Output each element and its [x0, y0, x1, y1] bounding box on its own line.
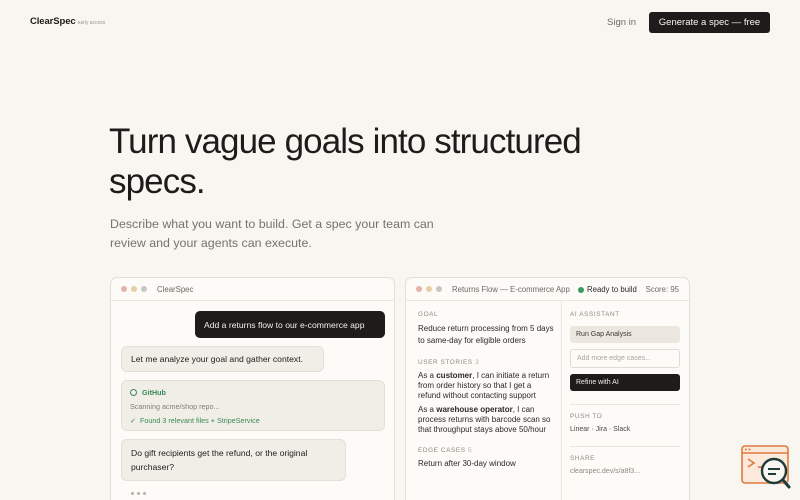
edge-cases-heading: EDGE CASES 5 — [418, 447, 554, 454]
user-story: As a warehouse operator, I can process r… — [418, 405, 554, 435]
spec-panel: Returns Flow — E-commerce App Ready to b… — [405, 277, 690, 500]
chat-panel-title: ClearSpec — [157, 284, 194, 294]
tool-status: Scanning acme/shop repo... — [130, 402, 220, 411]
story-role: customer — [436, 371, 473, 380]
brand-name: ClearSpec — [30, 16, 76, 27]
hero-subtitle: Describe what you want to build. Get a s… — [110, 217, 434, 250]
hero-title: Turn vague goals into structured specs. — [109, 122, 582, 201]
spec-panel-title: Returns Flow — E-commerce App — [452, 284, 570, 294]
divider — [570, 446, 680, 447]
chat-widget-icon[interactable] — [740, 445, 792, 490]
spec-score: Score: 95 — [645, 285, 679, 294]
story-prefix: As a — [418, 371, 437, 380]
sign-in-link[interactable]: Sign in — [607, 17, 636, 28]
ai-question: Do gift recipients get the refund, or th… — [121, 439, 346, 481]
run-gap-analysis-button[interactable]: Run Gap Analysis — [570, 326, 680, 343]
brand-tag: early access — [77, 20, 106, 26]
window-dot — [141, 286, 147, 292]
spec-content: GOAL Reduce return processing from 5 day… — [418, 311, 554, 470]
tool-result: Found 3 relevant files + StripeService — [140, 416, 260, 425]
window-dot — [121, 286, 127, 292]
goal-label: GOAL — [418, 311, 439, 318]
typing-indicator — [131, 492, 146, 495]
edge-cases-input[interactable]: Add more edge cases... — [570, 349, 680, 368]
spec-panel-header: Returns Flow — E-commerce App Ready to b… — [406, 278, 689, 301]
divider — [570, 404, 680, 405]
assistant-sidebar: AI ASSISTANT Run Gap Analysis Add more e… — [570, 311, 680, 475]
status-dot-icon — [578, 286, 584, 293]
share-label: SHARE — [570, 455, 596, 462]
story-prefix: As a — [418, 405, 437, 414]
ai-message: Let me analyze your goal and gather cont… — [121, 346, 324, 372]
status-badge: Ready to build — [578, 285, 637, 294]
window-dot — [436, 286, 442, 292]
brand-logo[interactable]: ClearSpec early access — [30, 16, 105, 27]
ai-assistant-label: AI ASSISTANT — [570, 311, 620, 318]
push-targets[interactable]: Linear · Jira · Slack — [570, 426, 680, 433]
status-text: Ready to build — [587, 285, 637, 294]
tool-name: GitHub — [142, 388, 166, 397]
chat-panel-header: ClearSpec — [111, 278, 394, 301]
goal-text: Reduce return processing from 5 days to … — [418, 324, 554, 345]
share-url[interactable]: clearspec.dev/s/a8f3... — [570, 468, 680, 475]
github-icon — [130, 389, 137, 396]
generate-spec-button[interactable]: Generate a spec — free — [649, 12, 770, 33]
stories-label: USER STORIES — [418, 359, 473, 366]
window-dots — [121, 286, 147, 292]
stories-count: 3 — [475, 359, 480, 366]
user-message: Add a returns flow to our e-commerce app — [195, 311, 385, 338]
check-icon: ✓ — [130, 416, 137, 425]
tool-call-card: GitHub Scanning acme/shop repo... ✓ Foun… — [121, 380, 385, 431]
push-to-label: PUSH TO — [570, 413, 603, 420]
window-dot — [426, 286, 432, 292]
window-dot — [416, 286, 422, 292]
window-dot — [131, 286, 137, 292]
top-nav: ClearSpec early access Sign in Generate … — [0, 0, 800, 44]
edge-cases-count: 5 — [467, 447, 473, 454]
window-dots — [416, 286, 442, 292]
refine-with-ai-button[interactable]: Refine with AI — [570, 374, 680, 391]
chat-panel: ClearSpec Add a returns flow to our e-co… — [110, 277, 395, 500]
panel-divider — [561, 301, 562, 500]
story-role: warehouse operator — [436, 405, 513, 414]
stories-heading: USER STORIES 3 — [418, 359, 554, 366]
user-story: As a customer, I can initiate a return f… — [418, 371, 554, 401]
edge-case-item: Return after 30-day window — [418, 459, 516, 468]
edge-cases-label: EDGE CASES — [418, 447, 466, 454]
